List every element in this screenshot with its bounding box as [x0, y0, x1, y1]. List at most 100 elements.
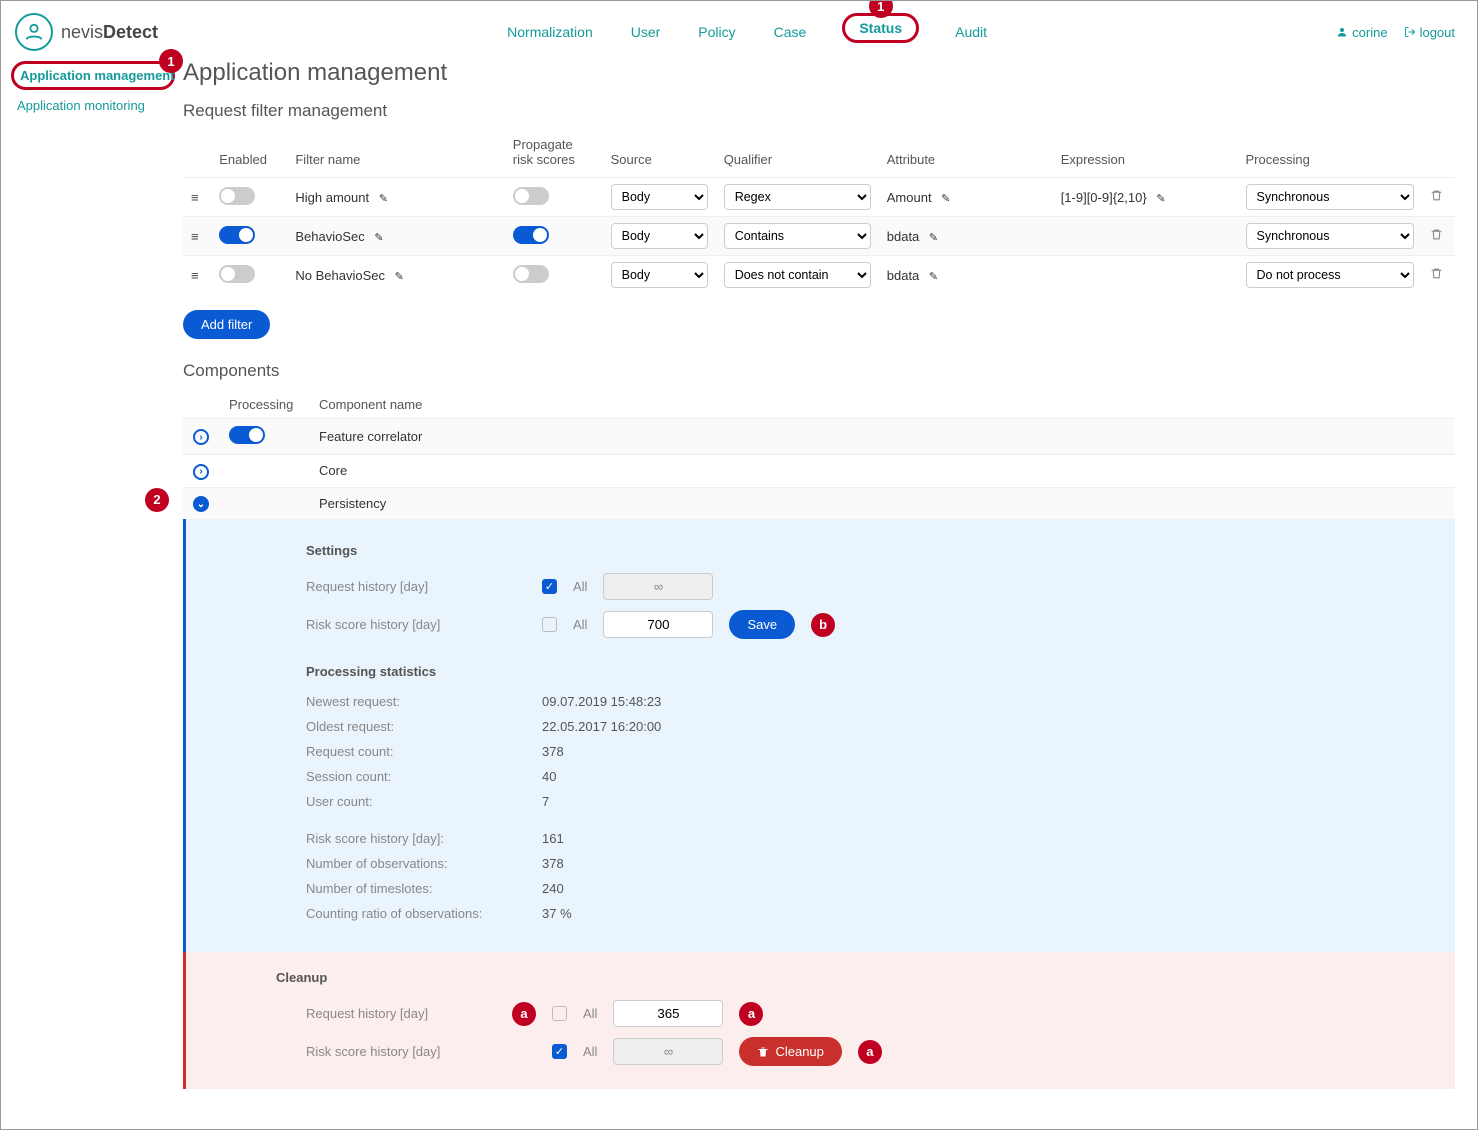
- filter-processing-select[interactable]: Do not process: [1246, 262, 1415, 288]
- component-processing-toggle[interactable]: [229, 426, 265, 444]
- expand-icon[interactable]: ›: [193, 464, 209, 480]
- callout-b: b: [811, 613, 835, 637]
- stat-value: 161: [542, 831, 564, 846]
- col-comp-name: Component name: [309, 391, 1455, 419]
- edit-icon[interactable]: ✎: [929, 271, 938, 283]
- component-name: Feature correlator: [309, 419, 1455, 455]
- filter-name: BehavioSec ✎: [287, 217, 504, 256]
- expand-icon[interactable]: ›: [193, 429, 209, 445]
- stat-label: Counting ratio of observations:: [306, 906, 526, 921]
- filter-enabled-toggle[interactable]: [219, 265, 255, 283]
- brand-text: nevisDetect: [61, 22, 158, 43]
- callout-1-sidebar: 1: [159, 49, 183, 73]
- sidebar-app-management[interactable]: Application management: [11, 61, 175, 90]
- cleanup-req-hist-field[interactable]: [613, 1000, 723, 1027]
- settings-heading: Settings: [306, 543, 1435, 558]
- delete-icon[interactable]: [1430, 268, 1443, 283]
- page-title: Application management: [183, 59, 1455, 87]
- filter-name: High amount ✎: [287, 178, 504, 217]
- cleanup-risk-hist-label: Risk score history [day]: [306, 1044, 496, 1059]
- col-attribute: Attribute: [879, 131, 1053, 178]
- nav-policy[interactable]: Policy: [696, 20, 737, 44]
- delete-icon[interactable]: [1430, 229, 1443, 244]
- settings-risk-all-checkbox[interactable]: [542, 617, 557, 632]
- drag-handle-icon[interactable]: ≡: [191, 190, 199, 205]
- callout-2: 2: [145, 488, 169, 512]
- logout-link[interactable]: logout: [1404, 25, 1455, 40]
- settings-req-hist-field: ∞: [603, 573, 713, 600]
- cleanup-button[interactable]: Cleanup: [739, 1037, 841, 1066]
- cleanup-req-all-checkbox[interactable]: [552, 1006, 567, 1021]
- col-filter-name: Filter name: [287, 131, 504, 178]
- filter-processing-select[interactable]: Synchronous: [1246, 223, 1415, 249]
- add-filter-button[interactable]: Add filter: [183, 310, 270, 339]
- stat-label: Number of timeslotes:: [306, 881, 526, 896]
- filter-source-select[interactable]: Body: [611, 262, 708, 288]
- edit-icon[interactable]: ✎: [379, 193, 388, 205]
- logo-icon: [15, 13, 53, 51]
- filter-propagate-toggle[interactable]: [513, 187, 549, 205]
- stat-label: Number of observations:: [306, 856, 526, 871]
- stat-value: 37 %: [542, 906, 572, 921]
- stat-label: Session count:: [306, 769, 526, 784]
- col-expression: Expression: [1053, 131, 1238, 178]
- nav-case[interactable]: Case: [772, 20, 809, 44]
- nav-normalization[interactable]: Normalization: [505, 20, 595, 44]
- cleanup-req-hist-label: Request history [day]: [306, 1006, 496, 1021]
- filters-heading: Request filter management: [183, 101, 1455, 121]
- delete-icon[interactable]: [1430, 190, 1443, 205]
- save-button[interactable]: Save: [729, 610, 795, 639]
- filter-source-select[interactable]: Body: [611, 184, 708, 210]
- components-heading: Components: [183, 361, 1455, 381]
- filter-expression: [1053, 217, 1238, 256]
- collapse-icon[interactable]: ⌄: [193, 496, 209, 512]
- all-label: All: [573, 579, 587, 594]
- filter-qualifier-select[interactable]: Regex: [724, 184, 871, 210]
- stat-value: 378: [542, 744, 564, 759]
- stat-label: Oldest request:: [306, 719, 526, 734]
- nav-user[interactable]: User: [629, 20, 663, 44]
- col-enabled: Enabled: [211, 131, 287, 178]
- filter-propagate-toggle[interactable]: [513, 265, 549, 283]
- filter-attribute: Amount ✎: [879, 178, 1053, 217]
- sidebar-app-monitoring[interactable]: Application monitoring: [11, 94, 175, 117]
- col-propagate: Propagate risk scores: [505, 131, 603, 178]
- settings-risk-hist-field[interactable]: [603, 611, 713, 638]
- edit-icon[interactable]: ✎: [1156, 193, 1165, 205]
- settings-req-all-checkbox[interactable]: ✓: [542, 579, 557, 594]
- filter-qualifier-select[interactable]: Does not contain: [724, 262, 871, 288]
- stat-label: Newest request:: [306, 694, 526, 709]
- all-label: All: [583, 1006, 597, 1021]
- filter-source-select[interactable]: Body: [611, 223, 708, 249]
- edit-icon[interactable]: ✎: [395, 271, 404, 283]
- filter-propagate-toggle[interactable]: [513, 226, 549, 244]
- filter-enabled-toggle[interactable]: [219, 187, 255, 205]
- stat-label: User count:: [306, 794, 526, 809]
- trash-icon: [757, 1046, 769, 1058]
- filter-enabled-toggle[interactable]: [219, 226, 255, 244]
- user-link[interactable]: corine: [1336, 25, 1387, 40]
- persistency-settings-panel: Settings Request history [day] ✓ All ∞ R…: [183, 519, 1455, 952]
- callout-a3: a: [858, 1040, 882, 1064]
- edit-icon[interactable]: ✎: [941, 193, 950, 205]
- stat-value: 7: [542, 794, 549, 809]
- edit-icon[interactable]: ✎: [374, 232, 383, 244]
- brand-logo: nevisDetect: [15, 13, 158, 51]
- stats-heading: Processing statistics: [306, 664, 1435, 679]
- cleanup-heading: Cleanup: [276, 970, 1435, 985]
- nav-audit[interactable]: Audit: [953, 20, 989, 44]
- filter-attribute: bdata ✎: [879, 256, 1053, 295]
- cleanup-panel: Cleanup Request history [day] a All a Ri…: [183, 952, 1455, 1089]
- filter-qualifier-select[interactable]: Contains: [724, 223, 871, 249]
- stat-value: 240: [542, 881, 564, 896]
- stat-label: Risk score history [day]:: [306, 831, 526, 846]
- drag-handle-icon[interactable]: ≡: [191, 268, 199, 283]
- settings-risk-hist-label: Risk score history [day]: [306, 617, 526, 632]
- filter-processing-select[interactable]: Synchronous: [1246, 184, 1415, 210]
- stat-label: Request count:: [306, 744, 526, 759]
- edit-icon[interactable]: ✎: [929, 232, 938, 244]
- cleanup-risk-all-checkbox[interactable]: ✓: [552, 1044, 567, 1059]
- filters-table: Enabled Filter name Propagate risk score…: [183, 131, 1455, 294]
- drag-handle-icon[interactable]: ≡: [191, 229, 199, 244]
- cleanup-risk-hist-field: ∞: [613, 1038, 723, 1065]
